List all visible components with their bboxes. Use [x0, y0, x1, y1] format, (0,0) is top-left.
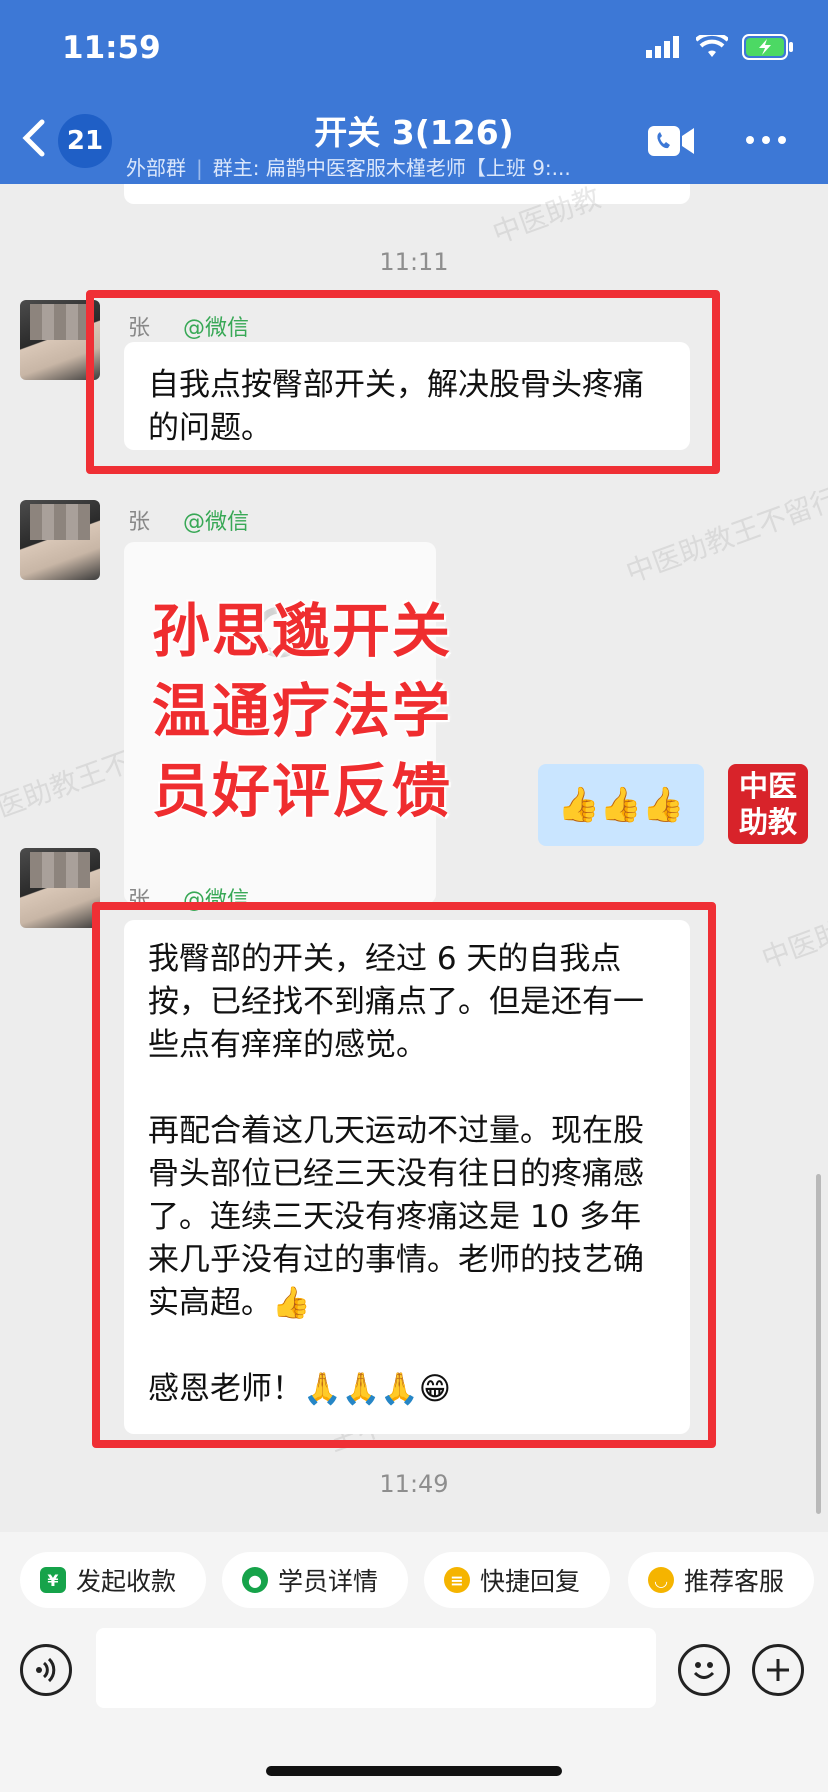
highlight-frame — [92, 902, 716, 1448]
avatar[interactable] — [20, 848, 100, 928]
quick-action-reply-button[interactable]: ≡ 快捷回复 — [424, 1552, 610, 1608]
quick-action-label: 快捷回复 — [480, 1567, 581, 1596]
status-time: 11:59 — [62, 30, 161, 66]
chat-subtitle: 外部群 | 群主: 扁鹊中医客服木槿老师【上班 9:... — [126, 152, 571, 181]
overlay-caption-line: 孙思邈开关 — [152, 597, 453, 665]
chat-title: 开关 3(126) — [314, 113, 514, 152]
self-message-bubble[interactable]: 👍👍👍 — [538, 764, 704, 846]
more-options-icon[interactable] — [746, 136, 786, 144]
group-type-tag: 外部群 — [126, 156, 186, 180]
highlight-frame — [86, 290, 720, 474]
quick-action-label: 学员详情 — [278, 1567, 379, 1596]
student-icon: ● — [242, 1567, 268, 1593]
recommend-icon: ◡ — [648, 1567, 674, 1593]
chat-header: 11:59 21 开关 3(126) 外部群 | 群主: 扁鹊中医客服木槿老师【上班… — [0, 0, 828, 184]
avatar[interactable] — [20, 500, 100, 580]
chat-message-list[interactable]: 中医助教 中医助教王不留行 医助教王不留行@青 中医助 王不留行@青岛中域教育集… — [0, 184, 828, 1532]
quick-action-recommend-button[interactable]: ◡ 推荐客服 — [628, 1552, 814, 1608]
timestamp: 11:11 — [379, 248, 449, 276]
logo-line: 助教 — [738, 805, 797, 839]
self-avatar-logo[interactable]: 中医 助教 — [728, 764, 808, 844]
battery-icon — [742, 34, 793, 60]
wifi-icon — [696, 35, 728, 57]
home-indicator — [266, 1766, 562, 1776]
input-bar — [0, 1628, 828, 1792]
quick-reply-icon: ≡ — [444, 1567, 470, 1593]
previous-message-bubble[interactable] — [124, 184, 690, 204]
status-icons — [646, 34, 794, 60]
subtitle-divider: | — [196, 156, 203, 180]
quick-action-payment-button[interactable]: ¥ 发起收款 — [20, 1552, 206, 1608]
timestamp: 11:49 — [379, 1470, 449, 1498]
quick-action-bar: ¥ 发起收款 ● 学员详情 ≡ 快捷回复 ◡ 推荐客服 — [0, 1532, 828, 1628]
sender-name: 张 @微信 — [128, 510, 250, 535]
group-owner: 群主: 扁鹊中医客服木槿老师【上班 9:... — [212, 156, 571, 180]
payment-icon: ¥ — [40, 1567, 66, 1593]
emoji-icon[interactable] — [678, 1644, 730, 1696]
overlay-caption-line: 员好评反馈 — [152, 757, 453, 825]
watermark: 中医助教王不留行 — [621, 481, 828, 590]
signal-icon — [646, 36, 679, 58]
quick-action-student-button[interactable]: ● 学员详情 — [222, 1552, 408, 1608]
message-input[interactable] — [96, 1628, 656, 1708]
overlay-caption-line: 温通疗法学 — [152, 677, 453, 745]
quick-action-label: 发起收款 — [76, 1567, 177, 1596]
quick-action-label: 推荐客服 — [684, 1567, 785, 1596]
logo-line: 中医 — [738, 769, 797, 803]
voice-input-icon[interactable] — [20, 1644, 72, 1696]
watermark: 中医助 — [757, 915, 828, 976]
video-call-icon[interactable] — [648, 124, 696, 162]
scrollbar[interactable] — [816, 1174, 821, 1514]
plus-icon[interactable] — [752, 1644, 804, 1696]
